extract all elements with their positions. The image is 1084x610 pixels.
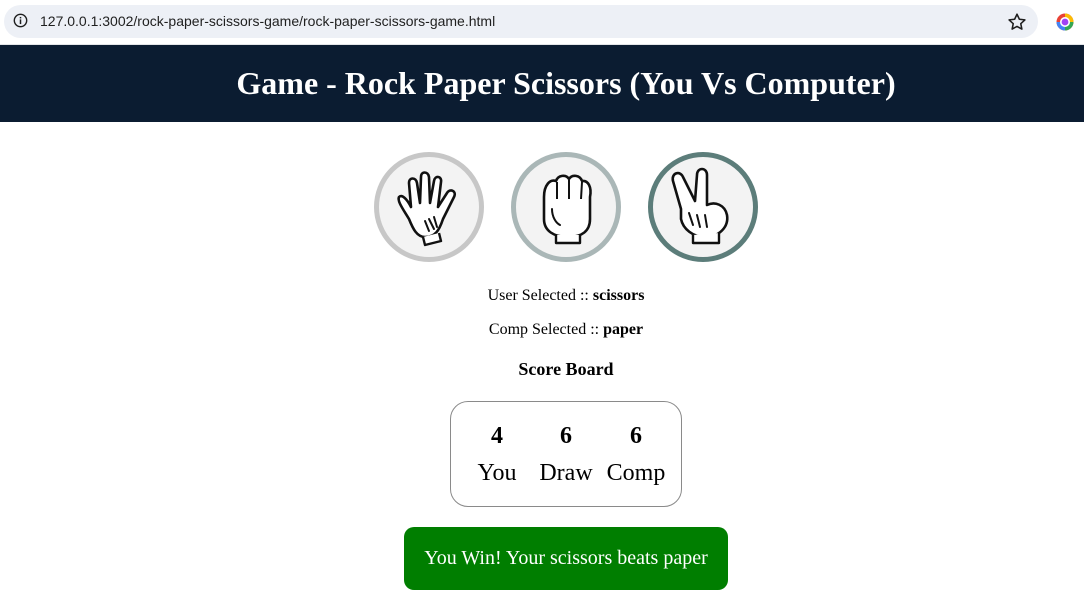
page-title: Game - Rock Paper Scissors (You Vs Compu… <box>236 65 896 101</box>
you-score: 4 <box>491 423 503 449</box>
browser-profile-icon[interactable] <box>1055 12 1075 32</box>
you-label: You <box>477 460 517 486</box>
comp-label: Comp <box>606 460 666 486</box>
rock-choice-button[interactable] <box>511 152 621 262</box>
comp-selection-value: paper <box>603 321 644 338</box>
fist-icon <box>542 174 592 245</box>
url-text[interactable]: 127.0.0.1:3002/rock-paper-scissors-game/… <box>40 12 495 30</box>
site-info-icon[interactable] <box>13 13 28 28</box>
scoreboard-title: Score Board <box>518 359 614 379</box>
scissors-choice-button[interactable] <box>648 152 758 262</box>
scoreboard: 4 You 6 Draw 6 Comp <box>450 401 682 507</box>
result-message: You Win! Your scissors beats paper <box>404 527 728 590</box>
draw-score: 6 <box>560 423 572 449</box>
bookmark-star-icon[interactable] <box>1006 11 1028 33</box>
user-selection-text: User Selected :: scissors <box>0 287 1084 305</box>
paper-choice-button[interactable] <box>374 152 484 262</box>
you-score-column: 4 You <box>462 422 532 488</box>
comp-score: 6 <box>630 423 642 449</box>
draw-label: Draw <box>539 460 593 486</box>
draw-score-column: 6 Draw <box>531 422 601 488</box>
user-selection-value: scissors <box>592 287 645 304</box>
choice-buttons <box>374 152 758 264</box>
browser-toolbar: 127.0.0.1:3002/rock-paper-scissors-game/… <box>0 0 1084 45</box>
open-hand-icon <box>397 171 456 247</box>
comp-score-column: 6 Comp <box>601 422 671 488</box>
peace-sign-hand-icon <box>671 167 729 245</box>
app-header: Game - Rock Paper Scissors (You Vs Compu… <box>0 45 1084 122</box>
address-bar[interactable]: 127.0.0.1:3002/rock-paper-scissors-game/… <box>4 5 1038 38</box>
user-selection-label: User Selected :: <box>487 287 589 304</box>
comp-selection-text: Comp Selected :: paper <box>0 321 1084 339</box>
comp-selection-label: Comp Selected :: <box>488 321 600 338</box>
